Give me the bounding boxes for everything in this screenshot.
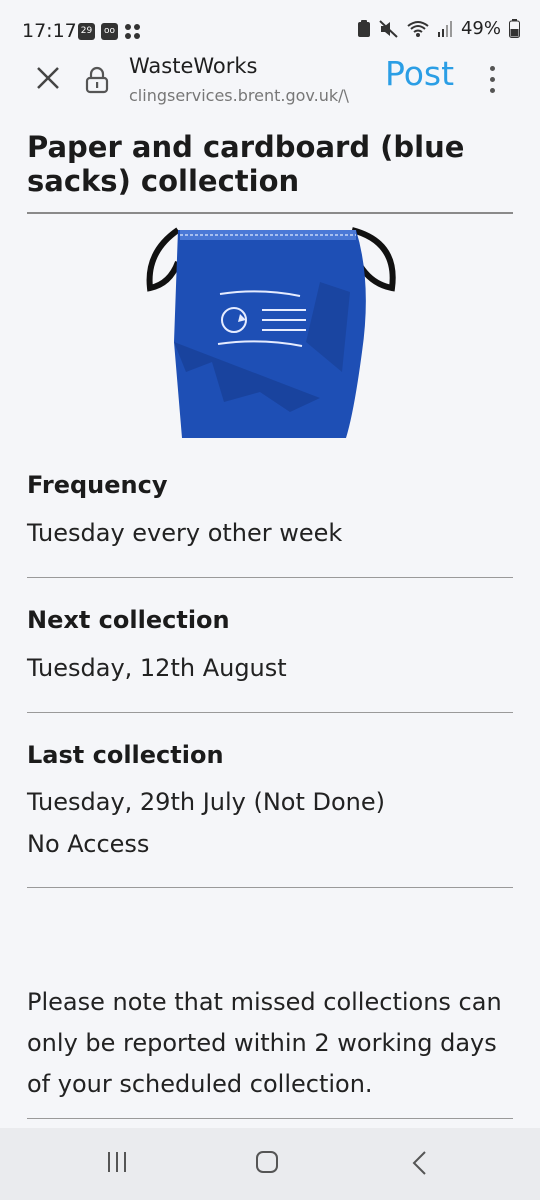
frequency-value: Tuesday every other week bbox=[27, 519, 343, 547]
divider bbox=[27, 712, 513, 713]
more-vert-icon[interactable] bbox=[480, 66, 504, 96]
lock-icon[interactable] bbox=[85, 66, 109, 94]
calendar-icon: 29 bbox=[78, 22, 95, 40]
clipboard-icon bbox=[357, 19, 370, 37]
system-nav-bar bbox=[0, 1128, 540, 1200]
grid-icon bbox=[125, 23, 140, 39]
status-time: 17:17 bbox=[22, 20, 77, 42]
frequency-label: Frequency bbox=[27, 471, 168, 499]
recents-icon[interactable] bbox=[105, 1150, 129, 1174]
page-content: Paper and cardboard (blue sacks) collect… bbox=[0, 116, 540, 1128]
battery-icon bbox=[509, 19, 520, 38]
page-title: Paper and cardboard (blue sacks) collect… bbox=[27, 130, 465, 198]
next-collection-label: Next collection bbox=[27, 606, 230, 634]
site-url[interactable]: clingservices.brent.gov.uk/\ bbox=[129, 86, 369, 105]
signal-icon bbox=[437, 20, 452, 37]
back-icon[interactable] bbox=[408, 1150, 432, 1176]
divider bbox=[27, 577, 513, 578]
blue-sack-image bbox=[146, 227, 396, 438]
wifi-icon bbox=[407, 20, 429, 37]
post-button[interactable]: Post bbox=[385, 54, 454, 93]
home-icon[interactable] bbox=[255, 1150, 279, 1174]
last-collection-reason: No Access bbox=[27, 830, 150, 858]
title-divider bbox=[27, 212, 513, 214]
voicemail-icon: oo bbox=[101, 22, 118, 40]
last-collection-value: Tuesday, 29th July (Not Done) bbox=[27, 788, 386, 816]
status-notification-icons: 29 oo bbox=[78, 21, 141, 41]
status-system-icons: 49% bbox=[357, 18, 520, 39]
browser-toolbar: WasteWorks clingservices.brent.gov.uk/\ … bbox=[0, 40, 540, 116]
divider bbox=[27, 887, 513, 888]
site-title: WasteWorks bbox=[129, 54, 258, 78]
close-icon[interactable] bbox=[34, 64, 62, 92]
mute-icon bbox=[379, 19, 398, 38]
battery-level: 49% bbox=[460, 18, 501, 39]
last-collection-label: Last collection bbox=[27, 741, 224, 769]
missed-collection-note: Please note that missed collections can … bbox=[27, 988, 502, 1098]
next-collection-value: Tuesday, 12th August bbox=[27, 654, 287, 682]
divider bbox=[27, 1118, 513, 1119]
